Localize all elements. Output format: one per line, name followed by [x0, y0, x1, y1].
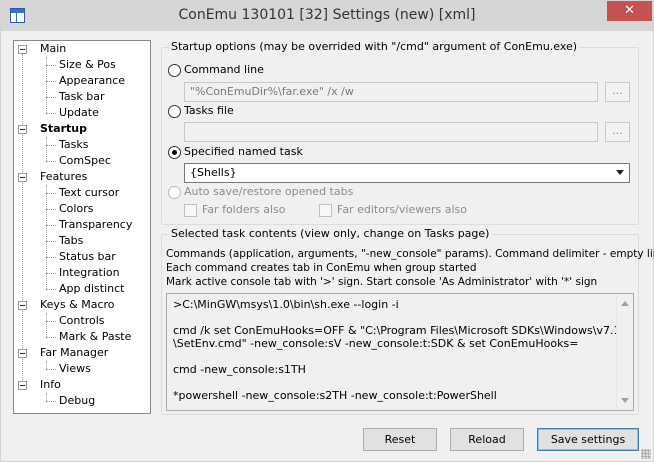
task-line: \SetEnv.cmd" -new_console:sV -new_consol…	[173, 337, 579, 350]
tasks-file-radio[interactable]	[168, 105, 181, 118]
collapse-icon[interactable]	[18, 381, 27, 390]
collapse-icon[interactable]	[18, 125, 27, 134]
reset-button[interactable]: Reset	[363, 428, 437, 451]
command-line-field[interactable]: "%ConEmuDir%\far.exe" /x /w	[184, 82, 598, 102]
tree-item-text-cursor[interactable]: Text cursor	[59, 185, 119, 201]
tree-item-app-distinct[interactable]: App distinct	[59, 281, 124, 297]
reload-button[interactable]: Reload	[450, 428, 524, 451]
tree-item-info[interactable]: Info	[40, 377, 61, 393]
tree-item-status-bar[interactable]: Status bar	[59, 249, 116, 265]
help-line-1: Commands (application, arguments, "-new_…	[166, 248, 654, 260]
named-task-label[interactable]: Specified named task	[184, 145, 303, 158]
autosave-tabs-label[interactable]: Auto save/restore opened tabs	[184, 185, 353, 198]
help-line-2: Each command creates tab in ConEmu when …	[166, 262, 477, 274]
tree-item-integration[interactable]: Integration	[59, 265, 120, 281]
close-button[interactable]: ✕	[607, 1, 652, 21]
tree-item-size-pos[interactable]: Size & Pos	[59, 57, 116, 73]
tree-item-task-bar[interactable]: Task bar	[59, 89, 104, 105]
task-line: cmd -new_console:s1TH	[173, 363, 306, 376]
tree-item-update[interactable]: Update	[59, 105, 99, 121]
settings-window: ConEmu 130101 [32] Settings (new) [xml] …	[0, 0, 654, 462]
tree-item-transparency[interactable]: Transparency	[59, 217, 132, 233]
far-folders-label[interactable]: Far folders also	[202, 203, 286, 216]
named-task-value: {Shells}	[190, 166, 237, 179]
tree-item-tabs[interactable]: Tabs	[59, 233, 83, 249]
tasks-file-field[interactable]	[184, 122, 598, 142]
save-settings-button[interactable]: Save settings	[537, 428, 639, 451]
tree-item-appearance[interactable]: Appearance	[59, 73, 125, 89]
scroll-up-icon[interactable]	[621, 301, 629, 306]
far-editors-label[interactable]: Far editors/viewers also	[337, 203, 467, 216]
tasks-file-browse-button[interactable]: ...	[605, 122, 630, 142]
task-line: >C:\MinGW\msys\1.0\bin\sh.exe --login -i	[173, 298, 399, 311]
task-contents-scrollbar[interactable]	[616, 294, 633, 410]
title-bar: ConEmu 130101 [32] Settings (new) [xml] …	[1, 1, 653, 31]
resize-grip[interactable]	[641, 449, 651, 459]
tree-item-colors[interactable]: Colors	[59, 201, 93, 217]
selected-task-label: Selected task contents (view only, chang…	[169, 227, 492, 240]
tree-item-startup[interactable]: Startup	[40, 121, 87, 137]
autosave-tabs-radio[interactable]	[168, 186, 181, 199]
named-task-select[interactable]: {Shells}	[184, 163, 630, 183]
tree-item-controls[interactable]: Controls	[59, 313, 105, 329]
tree-item-far-manager[interactable]: Far Manager	[40, 345, 108, 361]
chevron-down-icon	[616, 170, 624, 175]
collapse-icon[interactable]	[18, 301, 27, 310]
tree-item-views[interactable]: Views	[59, 361, 91, 377]
collapse-icon[interactable]	[18, 173, 27, 182]
settings-tree[interactable]: Main Size & Pos Appearance Task bar Upda…	[13, 40, 151, 414]
selected-task-group: Selected task contents (view only, chang…	[161, 227, 654, 415]
far-editors-checkbox[interactable]	[319, 204, 332, 217]
tasks-file-label[interactable]: Tasks file	[184, 104, 234, 117]
tree-item-tasks[interactable]: Tasks	[59, 137, 88, 153]
startup-options-label: Startup options (may be overrided with "…	[169, 40, 580, 53]
tree-item-comspec[interactable]: ComSpec	[59, 153, 111, 169]
scroll-down-icon[interactable]	[621, 398, 629, 403]
named-task-radio[interactable]	[168, 146, 181, 159]
tree-item-mark-paste[interactable]: Mark & Paste	[59, 329, 131, 345]
task-line: *powershell -new_console:s2TH -new_conso…	[173, 389, 497, 402]
collapse-icon[interactable]	[18, 349, 27, 358]
tree-item-keys-macro[interactable]: Keys & Macro	[40, 297, 115, 313]
collapse-icon[interactable]	[18, 45, 27, 54]
task-contents-textarea[interactable]: >C:\MinGW\msys\1.0\bin\sh.exe --login -i…	[166, 293, 634, 411]
help-line-3: Mark active console tab with '>' sign. S…	[166, 276, 598, 288]
command-line-label[interactable]: Command line	[184, 63, 264, 76]
task-line: cmd /k set ConEmuHooks=OFF & "C:\Program…	[173, 324, 634, 337]
tree-item-main[interactable]: Main	[40, 41, 66, 57]
tree-item-features[interactable]: Features	[40, 169, 87, 185]
startup-options-group: Startup options (may be overrided with "…	[161, 40, 639, 225]
command-line-browse-button[interactable]: ...	[605, 82, 630, 102]
far-folders-checkbox[interactable]	[184, 204, 197, 217]
command-line-radio[interactable]	[168, 64, 181, 77]
tree-item-debug[interactable]: Debug	[59, 393, 95, 409]
window-title: ConEmu 130101 [32] Settings (new) [xml]	[178, 7, 476, 23]
